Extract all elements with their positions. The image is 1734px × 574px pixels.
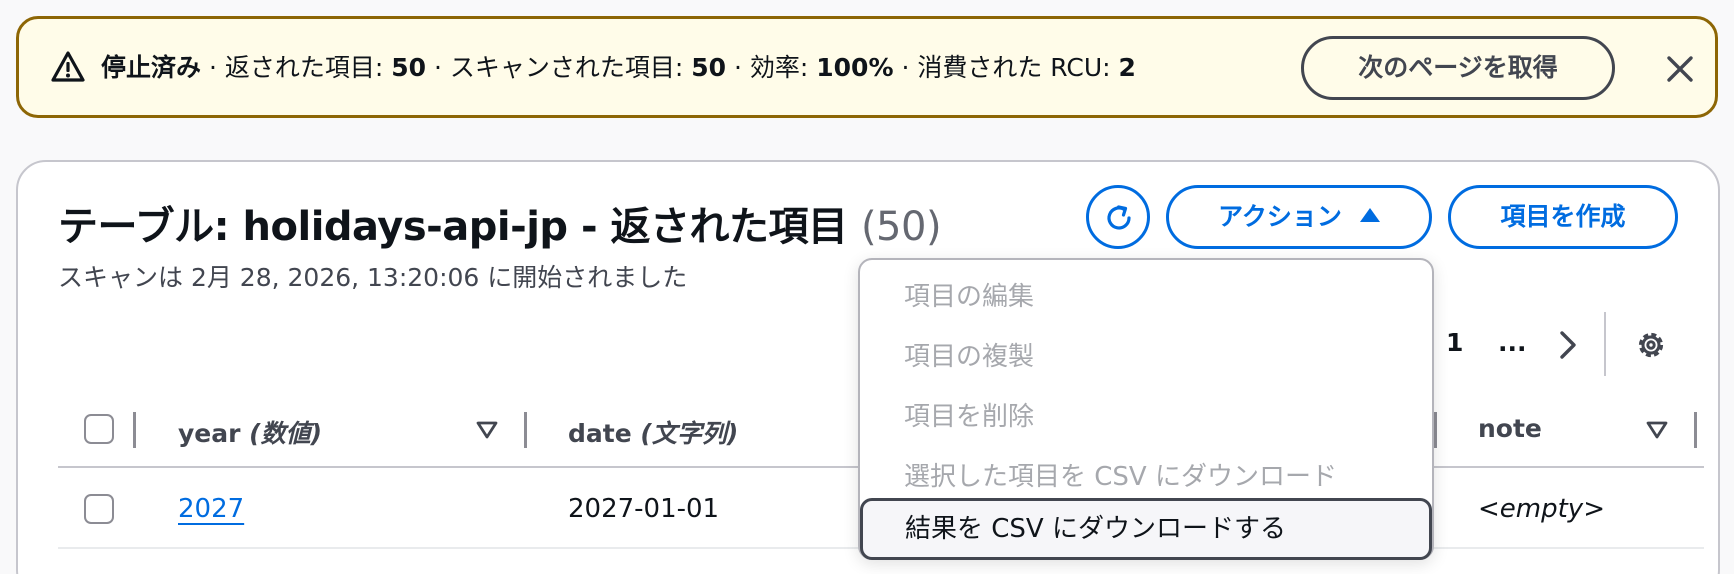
returned-items-count: 50 [391, 53, 427, 82]
efficiency-value: 100% [816, 53, 894, 82]
row-checkbox[interactable] [84, 494, 114, 524]
scanned-items-label: · スキャンされた項目: [426, 53, 692, 82]
column-header-year[interactable]: year (数値) [178, 414, 322, 450]
actions-dropdown-button[interactable]: アクション [1166, 185, 1432, 249]
gear-icon[interactable] [1634, 328, 1668, 362]
create-item-button[interactable]: 項目を作成 [1448, 185, 1678, 249]
menu-item-download-selected-csv: 選択した項目を CSV にダウンロード [904, 462, 1337, 492]
rcu-value: 2 [1118, 53, 1136, 82]
note-cell: <empty> [1478, 494, 1605, 524]
menu-item-download-results-csv[interactable]: 結果を CSV にダウンロードする [860, 498, 1432, 560]
returned-items-label: · 返された項目: [201, 53, 392, 82]
caret-up-icon [1359, 208, 1380, 222]
column-name: note [1478, 414, 1542, 443]
pagination-divider [1604, 312, 1606, 376]
menu-item-delete: 項目を削除 [904, 402, 1035, 432]
select-all-checkbox[interactable] [84, 414, 114, 444]
actions-menu: 項目の編集 項目の複製 項目を削除 選択した項目を CSV にダウンロード 結果… [858, 258, 1434, 560]
rcu-label: · 消費された RCU: [893, 53, 1119, 82]
column-header-note[interactable]: note [1478, 414, 1542, 443]
refresh-button[interactable] [1086, 185, 1150, 249]
column-type: (数値) [249, 419, 323, 448]
page-number-1[interactable]: 1 [1446, 328, 1463, 357]
column-header-date[interactable]: date (文字列) [568, 414, 738, 450]
scanned-items-count: 50 [691, 53, 727, 82]
page-title: テーブル: holidays-api-jp - 返された項目 (50) [58, 194, 942, 252]
column-separator[interactable] [1694, 412, 1697, 448]
column-name: date [568, 419, 632, 448]
refresh-icon [1107, 205, 1131, 230]
actions-label: アクション [1218, 202, 1342, 231]
column-separator[interactable] [524, 412, 527, 448]
fetch-next-page-button[interactable]: 次のページを取得 [1301, 36, 1615, 100]
close-icon[interactable] [1664, 53, 1696, 85]
sort-descending-icon[interactable] [1646, 420, 1668, 440]
chevron-right-icon[interactable] [1558, 330, 1578, 360]
scan-summary: 停止済み · 返された項目: 50 · スキャンされた項目: 50 · 効率: … [101, 51, 1136, 85]
column-type: (文字列) [640, 419, 739, 448]
column-separator[interactable] [1434, 412, 1437, 448]
column-separator[interactable] [133, 412, 136, 448]
menu-item-duplicate: 項目の複製 [904, 342, 1035, 372]
pagination-ellipsis: ... [1498, 328, 1527, 357]
menu-item-edit: 項目の編集 [904, 282, 1035, 312]
year-cell-link[interactable]: 2027 [178, 494, 244, 524]
efficiency-label: · 効率: [726, 53, 817, 82]
table-title: テーブル: holidays-api-jp - 返された項目 [58, 204, 848, 250]
scan-start-time: スキャンは 2月 28, 2026, 13:20:06 に開始されました [58, 263, 688, 292]
items-count: (50) [860, 204, 942, 250]
column-name: year [178, 419, 241, 448]
date-cell: 2027-01-01 [568, 494, 720, 524]
scan-status-flashbar: 停止済み · 返された項目: 50 · スキャンされた項目: 50 · 効率: … [16, 16, 1718, 118]
scan-status: 停止済み [101, 53, 202, 82]
sort-descending-icon[interactable] [476, 420, 498, 440]
warning-icon [51, 51, 85, 82]
